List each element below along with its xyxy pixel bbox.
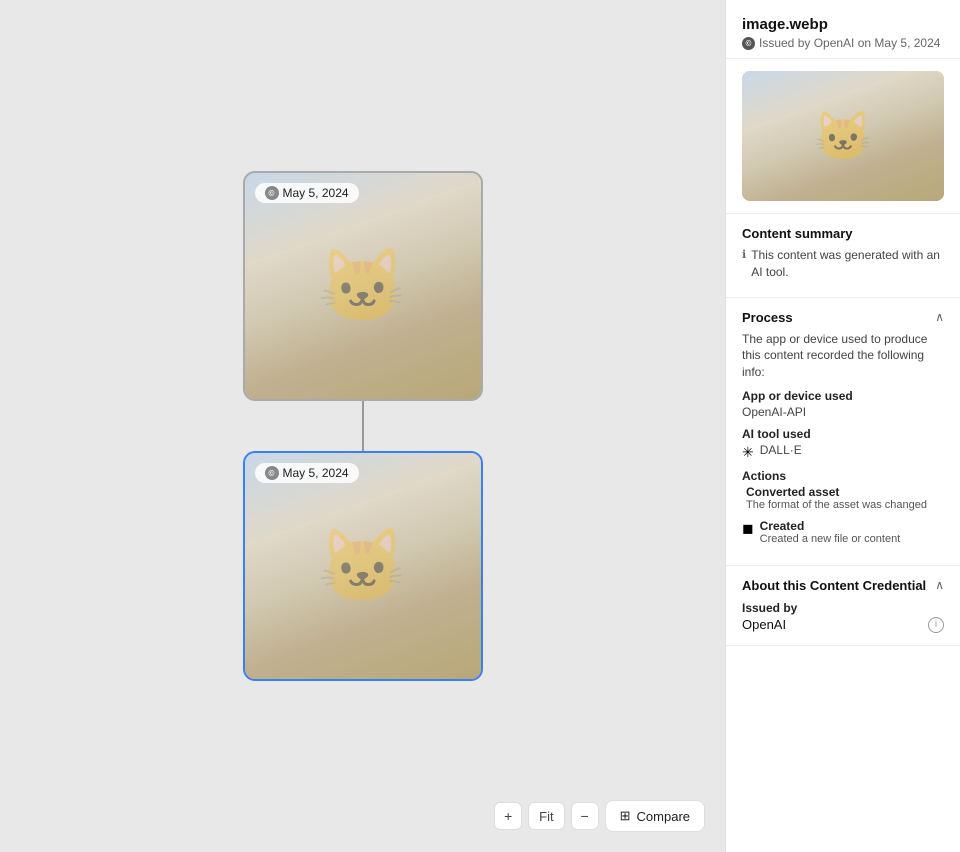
panel-subtitle: © Issued by OpenAI on May 5, 2024 (742, 36, 944, 50)
action-created: Created Created a new file or content (760, 519, 901, 545)
compare-button[interactable]: ⊞ Compare (605, 800, 705, 832)
process-desc: The app or device used to produce this c… (742, 331, 944, 381)
fit-button[interactable]: Fit (528, 802, 564, 830)
app-value: OpenAI-API (742, 405, 944, 419)
action2-desc: Created a new file or content (760, 533, 901, 545)
actions-label: Actions (742, 469, 944, 483)
thumbnail-image (742, 71, 944, 201)
ai-tool-value: DALL·E (760, 443, 802, 457)
created-icon: ◼ (742, 520, 754, 537)
bottom-image-card[interactable]: © May 5, 2024 (243, 451, 483, 681)
issued-by-line: Issued by OpenAI on May 5, 2024 (759, 36, 940, 50)
dalle-icon: ✳ (742, 444, 754, 461)
top-image-card[interactable]: © May 5, 2024 (243, 171, 483, 401)
compare-label: Compare (637, 809, 690, 824)
bottom-date-badge: © May 5, 2024 (255, 463, 359, 483)
issued-by-row: OpenAI i (742, 617, 944, 633)
cr-badge-header: © (742, 37, 755, 50)
content-summary-section: Content summary ℹ This content was gener… (726, 214, 960, 298)
issued-by-label: Issued by (742, 601, 944, 615)
process-header: Process ∧ (742, 310, 944, 325)
panel-filename: image.webp (742, 16, 944, 33)
about-section: About this Content Credential ∧ Issued b… (726, 566, 960, 646)
image-tree: © May 5, 2024 © May 5, 2024 (243, 171, 483, 681)
top-date-badge: © May 5, 2024 (255, 183, 359, 203)
right-panel: image.webp © Issued by OpenAI on May 5, … (725, 0, 960, 852)
info-icon-summary: ℹ (742, 248, 746, 261)
info-circle-button[interactable]: i (928, 617, 944, 633)
compare-icon: ⊞ (620, 808, 631, 824)
action1-desc: The format of the asset was changed (746, 499, 944, 511)
cr-icon-bottom: © (265, 466, 279, 480)
ai-tool-label: AI tool used (742, 427, 944, 441)
ai-tool-row: ✳ DALL·E (742, 443, 944, 461)
issued-by-value: OpenAI (742, 617, 786, 632)
about-chevron[interactable]: ∧ (935, 578, 944, 592)
app-label: App or device used (742, 389, 944, 403)
bottom-date-label: May 5, 2024 (283, 466, 349, 480)
content-summary-text: This content was generated with an AI to… (751, 247, 944, 281)
process-section: Process ∧ The app or device used to prod… (726, 298, 960, 566)
canvas-area: © May 5, 2024 © May 5, 2024 + Fit − ⊞ Co… (0, 0, 725, 852)
top-date-label: May 5, 2024 (283, 186, 349, 200)
action-created-row: ◼ Created Created a new file or content (742, 519, 944, 545)
about-header: About this Content Credential ∧ (742, 578, 944, 593)
zoom-out-button[interactable]: − (571, 802, 599, 830)
panel-header: image.webp © Issued by OpenAI on May 5, … (726, 0, 960, 59)
content-summary-title: Content summary (742, 226, 944, 241)
about-title: About this Content Credential (742, 578, 926, 593)
cr-icon-top: © (265, 186, 279, 200)
process-chevron[interactable]: ∧ (935, 310, 944, 324)
connector-line (362, 401, 364, 451)
bottom-controls: + Fit − ⊞ Compare (494, 800, 705, 832)
action2-title: Created (760, 519, 901, 533)
thumbnail-section (726, 59, 960, 214)
zoom-in-button[interactable]: + (494, 802, 522, 830)
process-title: Process (742, 310, 793, 325)
action1-title: Converted asset (746, 485, 944, 499)
action-converted: Converted asset The format of the asset … (742, 485, 944, 511)
